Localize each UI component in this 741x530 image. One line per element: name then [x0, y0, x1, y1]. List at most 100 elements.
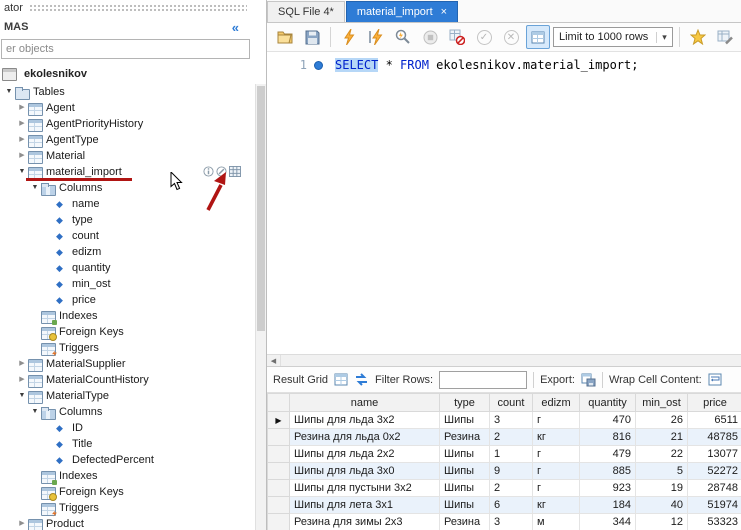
cell-price[interactable]: 6511: [688, 412, 741, 429]
cell-min-ost[interactable]: 22: [636, 446, 688, 463]
expand-down-icon[interactable]: ▼: [29, 404, 41, 420]
column-header-name[interactable]: name: [290, 394, 440, 412]
column-header-type[interactable]: type: [440, 394, 490, 412]
tree-item-triggers[interactable]: Triggers: [0, 340, 255, 356]
tree-item-materialcounthistory[interactable]: ▶MaterialCountHistory: [0, 372, 255, 388]
tree-item-foreign-keys[interactable]: Foreign Keys: [0, 324, 255, 340]
tree-item-min-ost[interactable]: min_ost: [0, 276, 255, 292]
cell-price[interactable]: 53323: [688, 514, 741, 530]
cell-name[interactable]: Шипы для пустыни 3x2: [290, 480, 440, 497]
cell-price[interactable]: 13077: [688, 446, 741, 463]
cell-price[interactable]: 52272: [688, 463, 741, 480]
grid-edit-icon[interactable]: [334, 373, 348, 386]
row-selector[interactable]: [268, 480, 290, 497]
cell-edizm[interactable]: г: [533, 446, 580, 463]
table-row[interactable]: ▶Шипы для льда 3x2Шипы3г470266511: [268, 412, 741, 429]
cell-min-ost[interactable]: 19: [636, 480, 688, 497]
cell-name[interactable]: Шипы для льда 2x2: [290, 446, 440, 463]
cell-min-ost[interactable]: 40: [636, 497, 688, 514]
cell-price[interactable]: 51974: [688, 497, 741, 514]
cell-quantity[interactable]: 344: [580, 514, 636, 530]
filter-rows-input[interactable]: [439, 371, 527, 389]
cell-edizm[interactable]: кг: [533, 429, 580, 446]
cell-count[interactable]: 3: [490, 412, 533, 429]
cell-count[interactable]: 2: [490, 429, 533, 446]
row-selector[interactable]: [268, 446, 290, 463]
sql-code-line[interactable]: SELECT * FROM ekolesnikov.material_impor…: [323, 52, 638, 354]
tree-item-foreign-keys[interactable]: Foreign Keys: [0, 484, 255, 500]
scrollbar-thumb[interactable]: [257, 86, 265, 331]
sql-editor[interactable]: 1 SELECT * FROM ekolesnikov.material_imp…: [267, 52, 741, 354]
cell-min-ost[interactable]: 26: [636, 412, 688, 429]
filter-objects-input[interactable]: [1, 39, 250, 59]
expand-right-icon[interactable]: ▶: [16, 372, 28, 388]
cell-min-ost[interactable]: 12: [636, 514, 688, 530]
tree-item-id[interactable]: ID: [0, 420, 255, 436]
cell-type[interactable]: Резина: [440, 429, 490, 446]
cell-name[interactable]: Резина для зимы 2x3: [290, 514, 440, 530]
tab-sql-file-4[interactable]: SQL File 4*: [267, 1, 345, 22]
execute-current-button[interactable]: [364, 25, 388, 49]
tree-item-count[interactable]: count: [0, 228, 255, 244]
column-header-edizm[interactable]: edizm: [533, 394, 580, 412]
tree-item-triggers[interactable]: Triggers: [0, 500, 255, 516]
tree-item-material[interactable]: ▶Material: [0, 148, 255, 164]
cell-edizm[interactable]: кг: [533, 497, 580, 514]
expand-down-icon[interactable]: ▼: [16, 388, 28, 404]
tree-item-indexes[interactable]: Indexes: [0, 308, 255, 324]
new-snippet-button[interactable]: [686, 25, 710, 49]
cell-type[interactable]: Шипы: [440, 480, 490, 497]
expand-right-icon[interactable]: ▶: [16, 148, 28, 164]
expand-right-icon[interactable]: ▶: [16, 132, 28, 148]
cell-count[interactable]: 6: [490, 497, 533, 514]
wrap-content-icon[interactable]: [708, 373, 722, 386]
row-selector[interactable]: [268, 497, 290, 514]
tree-item-tables[interactable]: ▼Tables: [0, 84, 255, 100]
row-selector[interactable]: [268, 429, 290, 446]
cell-price[interactable]: 48785: [688, 429, 741, 446]
tree-item-edizm[interactable]: edizm: [0, 244, 255, 260]
current-row-marker[interactable]: ▶: [268, 412, 290, 429]
execute-button[interactable]: [337, 25, 361, 49]
cell-quantity[interactable]: 479: [580, 446, 636, 463]
export-icon[interactable]: [581, 373, 596, 387]
cell-quantity[interactable]: 885: [580, 463, 636, 480]
limit-rows-select[interactable]: Limit to 1000 rows ▾: [553, 27, 673, 47]
expand-right-icon[interactable]: ▶: [16, 356, 28, 372]
expand-right-icon[interactable]: ▶: [16, 100, 28, 116]
cell-quantity[interactable]: 184: [580, 497, 636, 514]
cell-edizm[interactable]: г: [533, 412, 580, 429]
cell-type[interactable]: Шипы: [440, 463, 490, 480]
expand-down-icon[interactable]: ▼: [3, 84, 15, 100]
tree-item-quantity[interactable]: quantity: [0, 260, 255, 276]
cell-name[interactable]: Шипы для льда 3x2: [290, 412, 440, 429]
tree-item-agentpriorityhistory[interactable]: ▶AgentPriorityHistory: [0, 116, 255, 132]
cell-type[interactable]: Шипы: [440, 497, 490, 514]
beautify-button[interactable]: [713, 25, 737, 49]
column-header-quantity[interactable]: quantity: [580, 394, 636, 412]
cell-count[interactable]: 3: [490, 514, 533, 530]
table-row[interactable]: Резина для зимы 2x3Резина3м3441253323: [268, 514, 741, 530]
cell-name[interactable]: Шипы для льда 3x0: [290, 463, 440, 480]
cell-count[interactable]: 9: [490, 463, 533, 480]
schema-root-item[interactable]: ekolesnikov: [0, 63, 255, 84]
tree-item-agent[interactable]: ▶Agent: [0, 100, 255, 116]
cell-price[interactable]: 28748: [688, 480, 741, 497]
scroll-left-button[interactable]: ◀: [267, 355, 281, 366]
cell-name[interactable]: Резина для льда 0x2: [290, 429, 440, 446]
cell-count[interactable]: 1: [490, 446, 533, 463]
cell-quantity[interactable]: 923: [580, 480, 636, 497]
stop-button[interactable]: [418, 25, 442, 49]
rollback-button[interactable]: ✕: [499, 25, 523, 49]
table-row[interactable]: Шипы для лета 3x1Шипы6кг1844051974: [268, 497, 741, 514]
tree-item-type[interactable]: type: [0, 212, 255, 228]
tree-item-defectedpercent[interactable]: DefectedPercent: [0, 452, 255, 468]
column-header-min-ost[interactable]: min_ost: [636, 394, 688, 412]
cell-min-ost[interactable]: 5: [636, 463, 688, 480]
expand-right-icon[interactable]: ▶: [16, 116, 28, 132]
explain-button[interactable]: [391, 25, 415, 49]
tree-item-title[interactable]: Title: [0, 436, 255, 452]
table-row[interactable]: Резина для льда 0x2Резина2кг8162148785: [268, 429, 741, 446]
tree-item-materialsupplier[interactable]: ▶MaterialSupplier: [0, 356, 255, 372]
tree-item-agenttype[interactable]: ▶AgentType: [0, 132, 255, 148]
